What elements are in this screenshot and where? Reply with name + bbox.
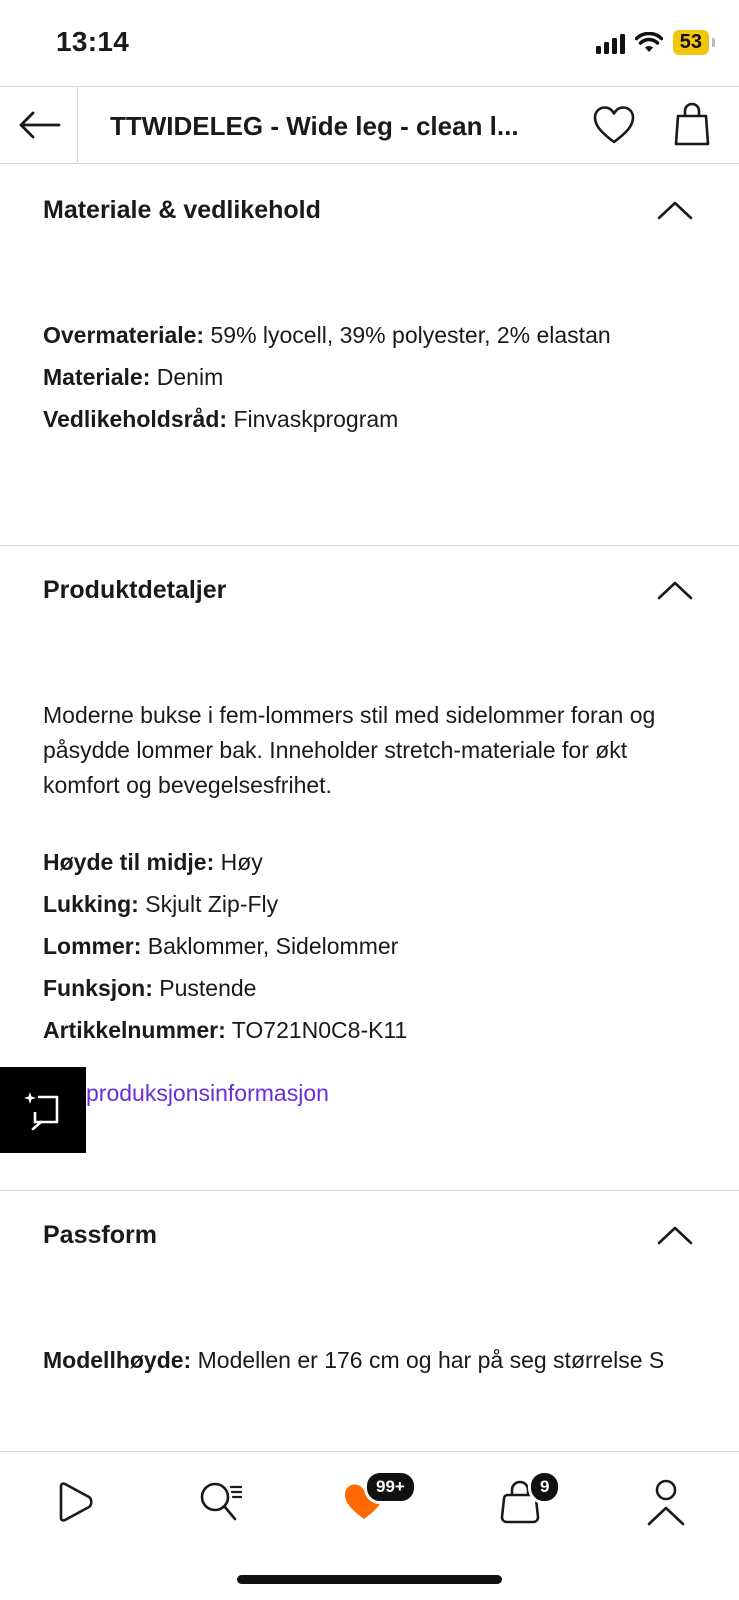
detail-label: Vedlikeholdsråd: <box>43 406 228 432</box>
detail-row: Lukking: Skjult Zip-Fly <box>43 887 696 922</box>
section-header-product-details[interactable]: Produktdetaljer <box>0 546 739 638</box>
cart-count-badge: 9 <box>528 1470 562 1504</box>
detail-row: Høyde til midje: Høy <box>43 845 696 880</box>
heart-icon <box>593 106 635 144</box>
tab-home[interactable] <box>44 1474 104 1530</box>
wishlist-count-badge: 99+ <box>364 1470 417 1504</box>
detail-value: Høy <box>214 849 263 875</box>
home-play-icon <box>59 1482 93 1522</box>
detail-label: Materiale: <box>43 364 151 390</box>
tab-search[interactable] <box>192 1474 252 1530</box>
cellular-signal-icon <box>595 32 625 54</box>
detail-value: Baklommer, Sidelommer <box>141 933 399 959</box>
profile-icon <box>647 1479 685 1526</box>
detail-label: Funksjon: <box>43 975 153 1001</box>
section-header-material-care[interactable]: Materiale & vedlikehold <box>0 166 739 258</box>
detail-row: Vedlikeholdsråd: Finvaskprogram <box>43 402 696 437</box>
section-title: Materiale & vedlikehold <box>43 196 321 224</box>
wishlist-button[interactable] <box>590 101 638 149</box>
tab-wishlist[interactable]: 99+ <box>334 1470 417 1530</box>
detail-label: Modellhøyde: <box>43 1347 192 1373</box>
section-body: Moderne bukse i fem-lommers stil med sid… <box>0 638 739 1111</box>
detail-value: Modellen er 176 cm og har på seg størrel… <box>191 1347 665 1373</box>
detail-value: Denim <box>150 364 224 390</box>
detail-value: Finvaskprogram <box>227 406 399 432</box>
section-body: Modellhøyde: Modellen er 176 cm og har p… <box>0 1283 739 1378</box>
section-header-fit[interactable]: Passform <box>0 1191 739 1283</box>
tab-profile[interactable] <box>636 1474 696 1530</box>
sparkle-screen-icon <box>24 1092 59 1131</box>
shopping-bag-button[interactable] <box>668 99 716 149</box>
product-title: TTWIDELEG - Wide leg - clean l... <box>110 111 519 141</box>
section-body: Overmateriale: 59% lyocell, 39% polyeste… <box>0 258 739 437</box>
back-arrow-icon <box>19 111 60 138</box>
detail-row: Funksjon: Pustende <box>43 971 696 1006</box>
battery-indicator: 53 <box>672 30 716 55</box>
status-time: 13:14 <box>56 26 130 57</box>
feedback-button[interactable] <box>0 1067 86 1153</box>
section-title: Passform <box>43 1221 157 1249</box>
tab-cart[interactable]: 9 <box>490 1470 562 1530</box>
section-material-care: Materiale & vedlikehold Overmateriale: 5… <box>0 166 739 546</box>
production-info-link[interactable]: produksjonsinformasjon <box>43 1076 696 1111</box>
chevron-up-icon <box>657 201 693 220</box>
chevron-up-icon <box>657 581 693 600</box>
section-title: Produktdetaljer <box>43 576 227 604</box>
detail-label: Overmateriale: <box>43 322 205 348</box>
section-product-details: Produktdetaljer Moderne bukse i fem-lomm… <box>0 546 739 1191</box>
detail-value: Pustende <box>152 975 257 1001</box>
search-icon <box>200 1482 243 1521</box>
detail-row: Overmateriale: 59% lyocell, 39% polyeste… <box>43 318 696 353</box>
home-indicator[interactable] <box>237 1575 502 1584</box>
shopping-bag-icon <box>674 102 710 146</box>
detail-label: Lommer: <box>43 933 142 959</box>
back-button[interactable] <box>0 87 78 162</box>
top-navigation: TTWIDELEG - Wide leg - clean l... <box>0 86 739 164</box>
detail-value: Skjult Zip-Fly <box>138 891 279 917</box>
detail-label: Lukking: <box>43 891 139 917</box>
status-indicators: 53 <box>595 30 716 55</box>
detail-label: Artikkelnummer: <box>43 1017 226 1043</box>
wifi-icon <box>634 31 663 52</box>
chevron-up-icon <box>657 1226 693 1245</box>
detail-row: Materiale: Denim <box>43 360 696 395</box>
product-details-content: Materiale & vedlikehold Overmateriale: 5… <box>0 166 739 1451</box>
detail-value: TO721N0C8-K11 <box>225 1017 408 1043</box>
status-bar: 13:14 53 <box>0 0 739 86</box>
product-description: Moderne bukse i fem-lommers stil med sid… <box>43 702 656 798</box>
detail-row: Modellhøyde: Modellen er 176 cm og har p… <box>43 1343 696 1378</box>
section-fit: Passform Modellhøyde: Modellen er 176 cm… <box>0 1191 739 1451</box>
detail-row: Artikkelnummer: TO721N0C8-K11 <box>43 1013 696 1048</box>
detail-label: Høyde til midje: <box>43 849 215 875</box>
detail-row: Lommer: Baklommer, Sidelommer <box>43 929 696 964</box>
detail-value: 59% lyocell, 39% polyester, 2% elastan <box>204 322 611 348</box>
